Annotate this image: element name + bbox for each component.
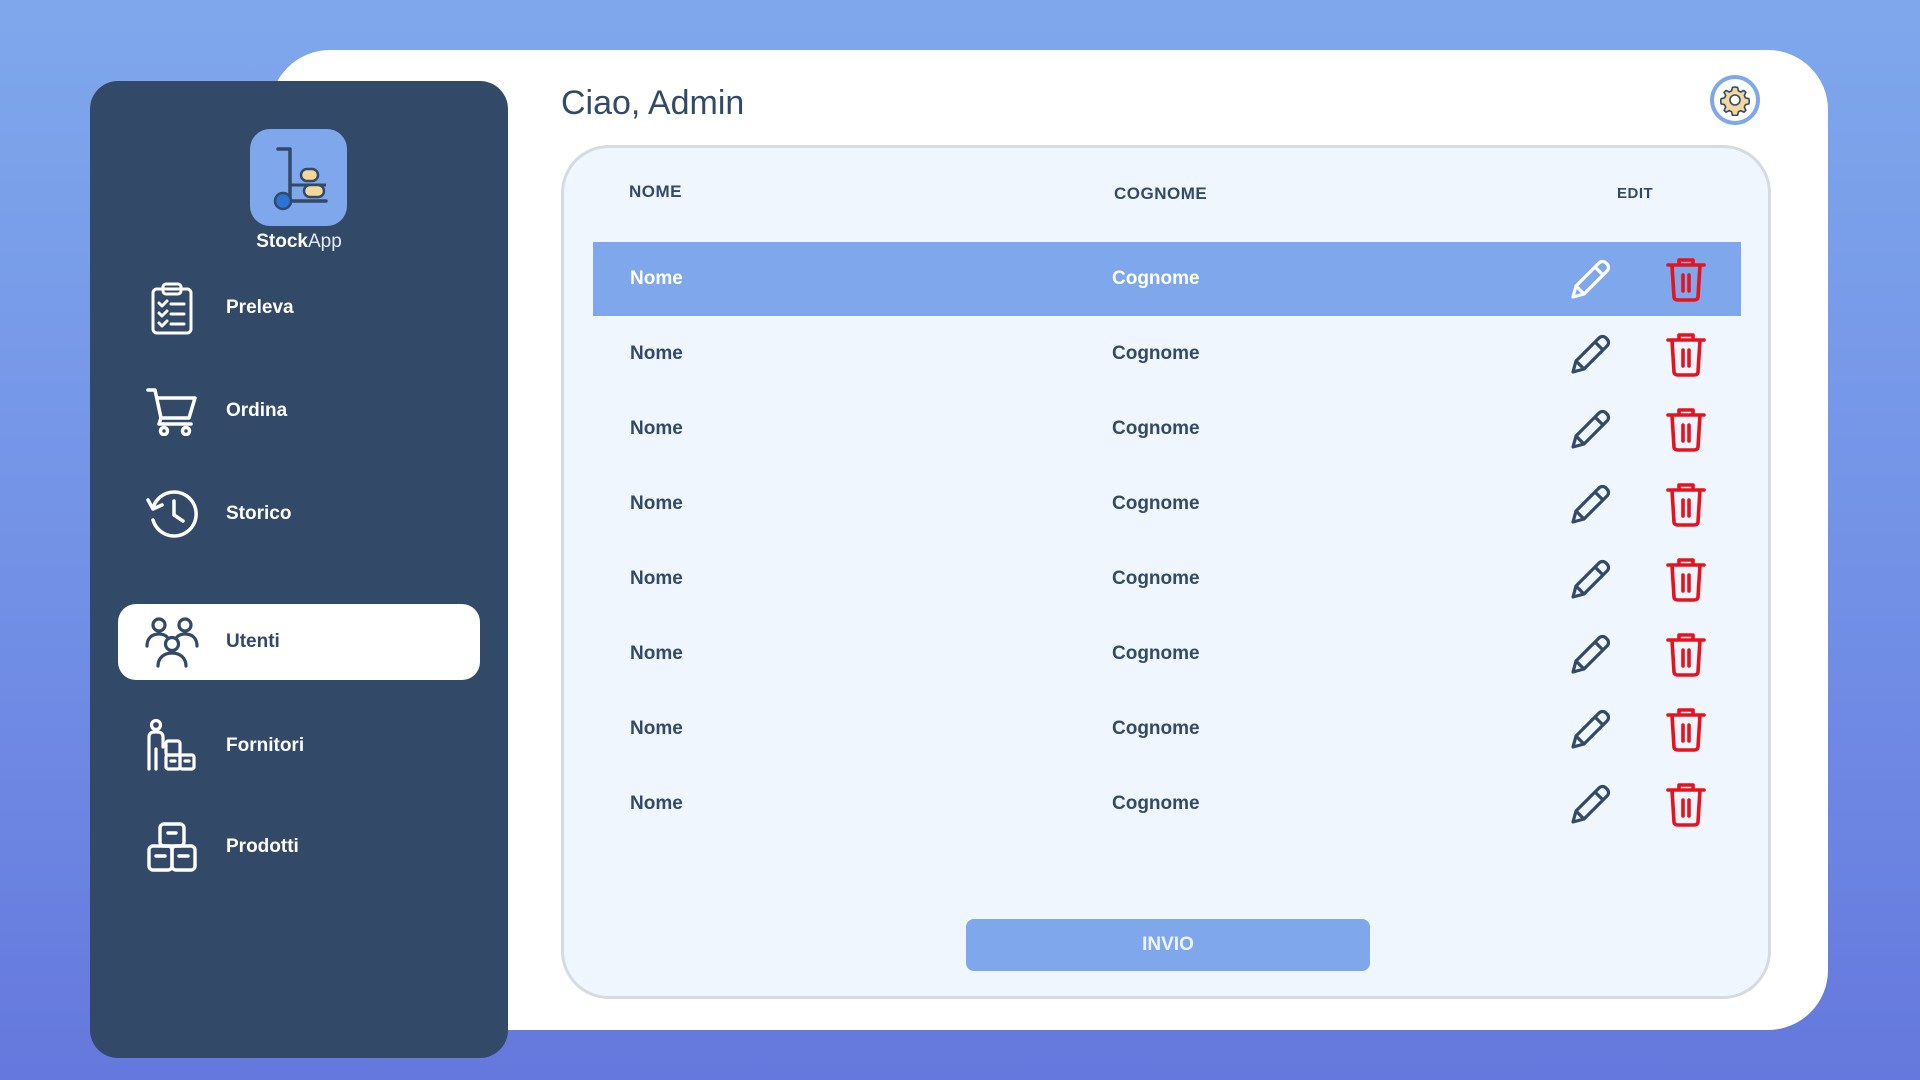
sidebar-item-preleva[interactable]: Preleva <box>118 270 480 346</box>
shopping-cart-icon <box>144 383 200 439</box>
trash-icon <box>1666 558 1706 602</box>
sidebar-item-ordina[interactable]: Ordina <box>118 373 480 449</box>
sidebar-item-label: Preleva <box>226 297 294 318</box>
delete-button[interactable] <box>1661 329 1711 379</box>
column-header-edit: EDIT <box>1617 185 1654 202</box>
edit-button[interactable] <box>1566 479 1616 529</box>
cell-nome: Nome <box>630 343 683 364</box>
trash-icon <box>1666 708 1706 752</box>
delete-button[interactable] <box>1661 779 1711 829</box>
sidebar-item-label: Utenti <box>226 631 280 652</box>
trash-icon <box>1666 483 1706 527</box>
sidebar-item-label: Fornitori <box>226 735 305 756</box>
cell-nome: Nome <box>630 793 683 814</box>
history-clock-icon <box>144 486 200 542</box>
submit-button[interactable]: INVIO <box>966 919 1370 971</box>
cell-nome: Nome <box>630 568 683 589</box>
cell-cognome: Cognome <box>1112 268 1200 289</box>
trash-icon <box>1666 333 1706 377</box>
delete-button[interactable] <box>1661 554 1711 604</box>
settings-button[interactable] <box>1710 75 1760 125</box>
cell-cognome: Cognome <box>1112 493 1200 514</box>
pencil-icon <box>1571 634 1611 674</box>
trash-icon <box>1666 783 1706 827</box>
cell-nome: Nome <box>630 268 683 289</box>
sidebar-item-utenti[interactable]: Utenti <box>118 604 480 680</box>
table-row[interactable]: Nome Cognome <box>593 392 1741 466</box>
edit-button[interactable] <box>1566 779 1616 829</box>
pencil-icon <box>1571 784 1611 824</box>
table-row[interactable]: Nome Cognome <box>593 542 1741 616</box>
trash-icon <box>1666 633 1706 677</box>
pencil-icon <box>1571 559 1611 599</box>
users-table: NOME COGNOME EDIT Nome Cognome Nome Cogn… <box>561 145 1771 999</box>
edit-button[interactable] <box>1566 254 1616 304</box>
cell-nome: Nome <box>630 643 683 664</box>
sidebar-item-storico[interactable]: Storico <box>118 476 480 552</box>
delete-button[interactable] <box>1661 629 1711 679</box>
table-row[interactable]: Nome Cognome <box>593 317 1741 391</box>
sidebar-item-label: Prodotti <box>226 836 299 857</box>
gear-icon <box>1714 79 1756 121</box>
edit-button[interactable] <box>1566 629 1616 679</box>
sidebar: StockApp Preleva Ordina Storico Utenti F… <box>90 81 508 1058</box>
delete-button[interactable] <box>1661 479 1711 529</box>
users-group-icon <box>144 614 200 670</box>
sidebar-item-label: Storico <box>226 503 292 524</box>
sidebar-item-fornitori[interactable]: Fornitori <box>118 708 480 784</box>
table-row[interactable]: Nome Cognome <box>593 242 1741 316</box>
table-row[interactable]: Nome Cognome <box>593 467 1741 541</box>
cell-nome: Nome <box>630 418 683 439</box>
sidebar-item-prodotti[interactable]: Prodotti <box>118 809 480 885</box>
table-row[interactable]: Nome Cognome <box>593 767 1741 841</box>
table-row[interactable]: Nome Cognome <box>593 692 1741 766</box>
column-header-cognome: COGNOME <box>1114 184 1208 203</box>
cell-cognome: Cognome <box>1112 643 1200 664</box>
column-header-nome: NOME <box>629 182 682 201</box>
cell-nome: Nome <box>630 493 683 514</box>
pencil-icon <box>1571 259 1611 299</box>
pencil-icon <box>1571 334 1611 374</box>
cell-cognome: Cognome <box>1112 418 1200 439</box>
table-row[interactable]: Nome Cognome <box>593 617 1741 691</box>
product-boxes-icon <box>144 819 200 875</box>
app-name: StockApp <box>256 231 342 252</box>
app-logo <box>250 129 347 226</box>
cell-cognome: Cognome <box>1112 568 1200 589</box>
supplier-boxes-icon <box>144 718 200 774</box>
clipboard-checklist-icon <box>144 280 200 336</box>
cell-cognome: Cognome <box>1112 793 1200 814</box>
trash-icon <box>1666 258 1706 302</box>
delete-button[interactable] <box>1661 704 1711 754</box>
pencil-icon <box>1571 409 1611 449</box>
trash-icon <box>1666 408 1706 452</box>
edit-button[interactable] <box>1566 404 1616 454</box>
sidebar-item-label: Ordina <box>226 400 288 421</box>
cell-cognome: Cognome <box>1112 718 1200 739</box>
edit-button[interactable] <box>1566 704 1616 754</box>
cell-cognome: Cognome <box>1112 343 1200 364</box>
pencil-icon <box>1571 709 1611 749</box>
delete-button[interactable] <box>1661 404 1711 454</box>
cell-nome: Nome <box>630 718 683 739</box>
pencil-icon <box>1571 484 1611 524</box>
hand-truck-icon <box>273 146 328 210</box>
page-title: Ciao, Admin <box>561 84 745 122</box>
delete-button[interactable] <box>1661 254 1711 304</box>
edit-button[interactable] <box>1566 329 1616 379</box>
edit-button[interactable] <box>1566 554 1616 604</box>
